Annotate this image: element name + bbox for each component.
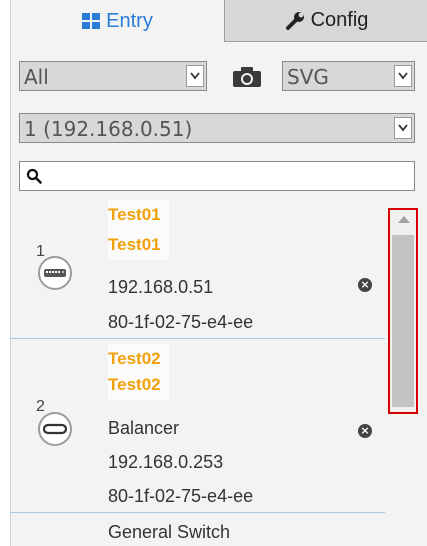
device-value: 1 (192.168.0.51) [24,117,193,141]
type-filter-value: All [24,65,49,89]
entry-ip: 192.168.0.253 [108,452,224,472]
entry-list: Test01 Test01 1 × 192.168.0.51 80-1f-02-… [10,198,385,546]
entry-mac: 80-1f-02-75-e4-ee [108,312,254,332]
device-select[interactable]: 1 (192.168.0.51) [19,113,415,143]
search-icon [26,168,42,184]
format-select[interactable]: SVG [282,61,415,91]
search-input[interactable] [50,164,410,190]
grid-icon [82,13,101,29]
tab-config-label: Config [310,9,369,31]
balancer-device-icon [38,412,72,446]
switch-device-icon [38,256,72,290]
list-item[interactable]: Test02 Test02 2 × Balancer 192.168.0.253… [10,340,385,514]
wrench-icon [285,11,304,30]
entry-mac: 80-1f-02-75-e4-ee [108,486,254,506]
type-filter-select[interactable]: All [19,61,207,91]
scroll-up-arrow-icon[interactable] [398,216,410,223]
entry-type: Balancer [108,418,180,438]
scroll-thumb[interactable] [392,235,414,407]
close-icon[interactable]: × [358,424,372,438]
tab-entry-label: Entry [106,9,153,32]
list-scrollbar[interactable] [388,208,418,414]
entry-ip: 192.168.0.51 [108,277,214,297]
entry-name-primary: Test01 [108,200,169,230]
tab-config[interactable]: Config [224,0,427,42]
entry-name-secondary: Test02 [108,370,169,400]
tab-entry[interactable]: Entry [11,0,224,42]
chevron-down-icon[interactable] [394,117,412,139]
close-icon[interactable]: × [358,278,372,292]
format-value: SVG [287,65,329,89]
entry-name-secondary: Test01 [108,230,169,260]
chevron-down-icon[interactable] [186,65,204,87]
list-item[interactable]: Test01 Test01 1 × 192.168.0.51 80-1f-02-… [10,198,385,339]
camera-icon[interactable] [232,66,262,88]
entry-separator [10,338,385,339]
entry-type: General Switch [108,522,231,542]
search-box[interactable] [19,161,415,191]
chevron-down-icon[interactable] [394,65,412,87]
entry-separator [10,512,385,513]
list-item[interactable]: General Switch [10,516,385,546]
